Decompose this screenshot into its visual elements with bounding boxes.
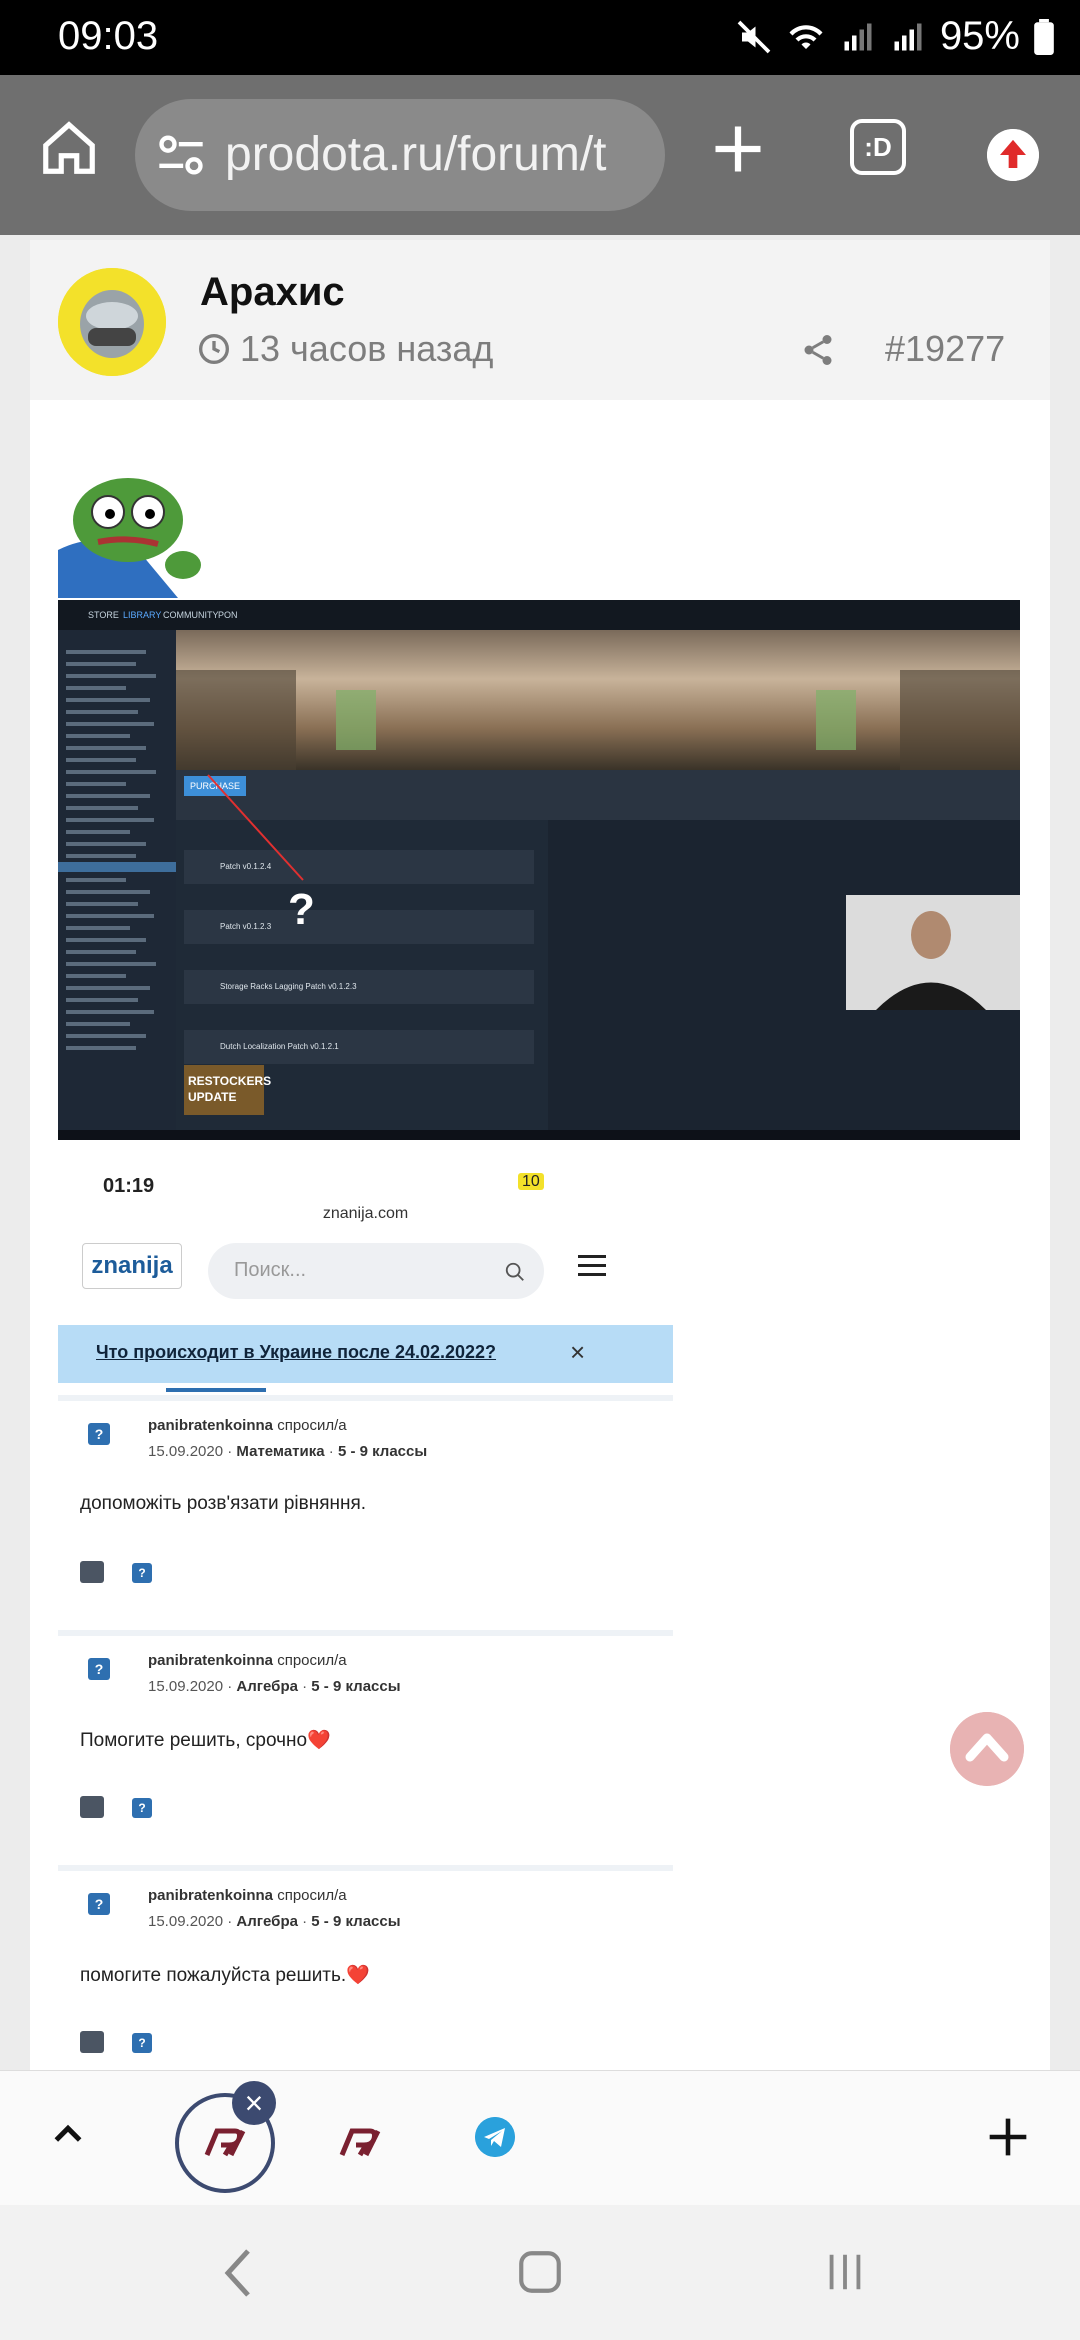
znanija-banner-text: Что происходит в Украине после 24.02.202… (96, 1342, 497, 1362)
browser-toolbar: prodota.ru/forum/t :D (0, 75, 1080, 235)
question-meta: 15.09.2020 · Алгебра · 5 - 9 классы (148, 1913, 401, 1930)
znanija-search-input: Поиск... (208, 1243, 544, 1299)
question-user: panibratenkoinna спросил/а (148, 1887, 347, 1904)
znanija-status-time: 01:19 (103, 1175, 155, 1197)
steam-nav-library: LIBRARY (123, 610, 162, 620)
hamburger-menu-icon (578, 1255, 606, 1276)
telegram-tab-icon[interactable] (475, 2117, 515, 2157)
status-bar: 09:03 95% (0, 0, 1080, 75)
url-text: prodota.ru/forum/t (225, 128, 607, 181)
znanija-url: znanija.com (322, 1205, 409, 1222)
steam-game-list (58, 630, 176, 1140)
steam-nav-community: COMMUNITY (163, 610, 219, 620)
update-icon[interactable] (987, 129, 1039, 181)
signal-icon-2 (894, 23, 922, 50)
question-user: panibratenkoinna спросил/а (148, 1417, 347, 1434)
question-user: panibratenkoinna спросил/а (148, 1652, 347, 1669)
steam-nav-pon: PON (218, 610, 238, 620)
steam-patch-label: Dutch Localization Patch v0.1.2.1 (220, 1042, 339, 1051)
znanija-logo: znanija (82, 1243, 182, 1289)
search-icon (505, 1262, 524, 1281)
help-icon: ? (132, 1798, 152, 1818)
question-text: Помогите решить, срочно❤️ (80, 1730, 331, 1751)
znanija-banner: Что происходит в Украине после 24.02.202… (58, 1325, 673, 1383)
author-name[interactable]: Арахис (200, 270, 345, 315)
steam-nav-store: STORE (88, 610, 119, 620)
post-header: Арахис 13 часов назад #19277 (30, 240, 1050, 400)
answer-icon (80, 2031, 104, 2053)
add-tab-icon[interactable] (986, 2115, 1030, 2159)
red-arrow-annotation (207, 774, 304, 881)
help-icon: ? (132, 1563, 152, 1583)
home-nav-icon[interactable] (515, 2247, 565, 2297)
scroll-to-top-button[interactable] (950, 1712, 1024, 1786)
forum-post: Арахис 13 часов назад #19277 STORE LIBRA… (30, 240, 1050, 2070)
post-time: 13 часов назад (198, 328, 493, 370)
tabs-button[interactable]: :D (850, 119, 906, 175)
steam-patch-label: Patch v0.1.2.3 (220, 922, 272, 931)
question-mark-annotation: ? (288, 885, 315, 934)
question-card: ? panibratenkoinna спросил/а 15.09.2020 … (58, 1865, 673, 2070)
question-card: ? panibratenkoinna спросил/а 15.09.2020 … (58, 1395, 673, 1623)
avatar[interactable] (58, 268, 166, 376)
steam-menu-bar: STORE LIBRARY COMMUNITY PON (58, 600, 1020, 630)
steam-patch-label: Storage Racks Lagging Patch v0.1.2.3 (220, 982, 357, 991)
answer-icon (80, 1796, 104, 1818)
system-navigation-bar (0, 2205, 1080, 2340)
post-time-text: 13 часов назад (240, 328, 494, 369)
recent-apps-icon[interactable] (822, 2247, 868, 2297)
question-meta: 15.09.2020 · Математика · 5 - 9 классы (148, 1443, 428, 1460)
status-icons: 95% (736, 14, 1054, 59)
status-time: 09:03 (58, 14, 159, 58)
back-icon[interactable] (218, 2245, 258, 2301)
url-bar[interactable]: prodota.ru/forum/t (135, 99, 665, 211)
subject-icon: ? (88, 1423, 110, 1445)
znanija-status-icons: 10 (518, 1173, 544, 1191)
znanija-battery: 10 (518, 1173, 544, 1190)
subject-icon: ? (88, 1893, 110, 1915)
battery-percent: 95% (939, 14, 1020, 58)
pepe-emoji-image (58, 478, 201, 598)
answer-icon (80, 1561, 104, 1583)
tab-prodota[interactable] (330, 2113, 390, 2173)
subject-icon: ? (88, 1658, 110, 1680)
restockers-update-banner: RESTOCKERS UPDATE (184, 1065, 271, 1115)
share-icon[interactable] (800, 332, 836, 368)
prodota-logo-icon (339, 2128, 381, 2157)
steam-game-hero-image (176, 630, 1020, 770)
wifi-icon (789, 24, 823, 49)
znanija-screenshot[interactable]: 01:19 10 znanija.com znanija Поиск... Чт… (58, 1145, 673, 2070)
clock-icon (199, 334, 229, 364)
question-text: помогите пожалуйста решить.❤️ (80, 1965, 370, 1986)
znanija-tab-indicator (166, 1388, 266, 1392)
signal-icon (844, 23, 872, 50)
new-tab-icon[interactable] (708, 119, 768, 179)
site-settings-icon[interactable] (155, 129, 207, 181)
tab-strip: × (0, 2070, 1080, 2206)
windows-taskbar (58, 1130, 1020, 1140)
question-card: ? panibratenkoinna спросил/а 15.09.2020 … (58, 1630, 673, 1858)
help-icon: ? (132, 2033, 152, 2053)
post-number[interactable]: #19277 (885, 328, 1005, 370)
home-icon[interactable] (38, 117, 100, 179)
znanija-search-placeholder: Поиск... (234, 1259, 307, 1281)
webcam-overlay (846, 895, 1020, 1010)
mute-icon (737, 20, 771, 53)
question-meta: 15.09.2020 · Алгебра · 5 - 9 классы (148, 1678, 401, 1695)
prodota-logo-icon (204, 2128, 246, 2157)
question-text: допоможіть розв'язати рівняння. (80, 1493, 367, 1514)
battery-icon (1034, 18, 1054, 55)
close-icon: × (570, 1337, 586, 1367)
close-tab-button[interactable]: × (232, 2081, 276, 2125)
steam-screenshot[interactable]: STORE LIBRARY COMMUNITY PON PURCHASE Pat… (58, 600, 1020, 1140)
chevron-up-icon[interactable] (48, 2115, 88, 2155)
